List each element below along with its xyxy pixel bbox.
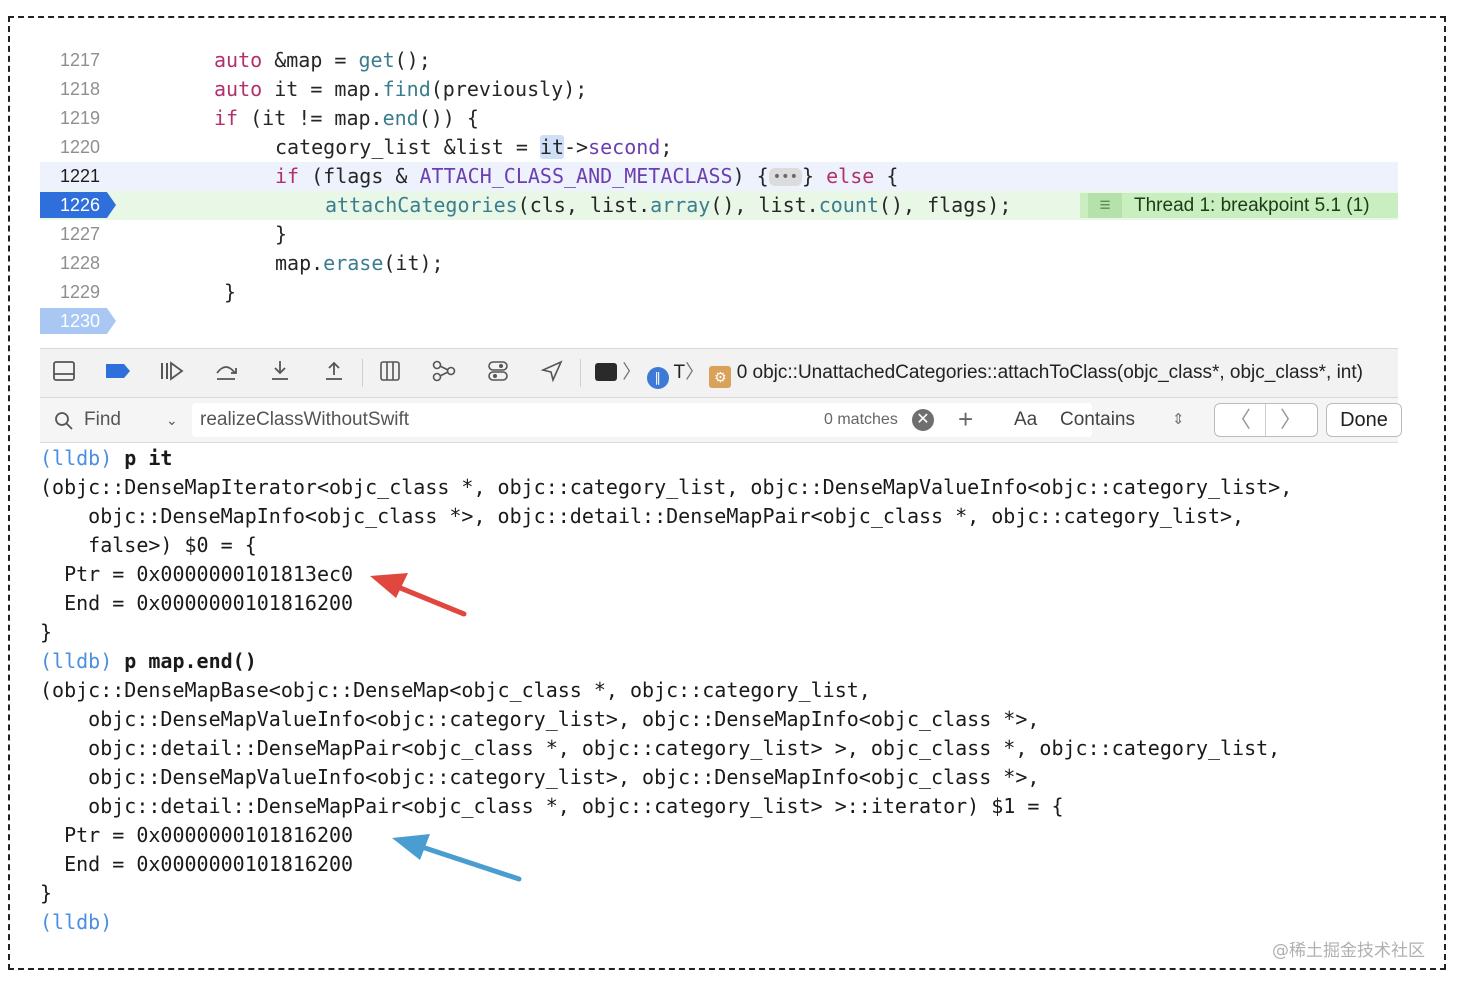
watermark: @稀土掘金技术社区 [1272, 941, 1425, 961]
red-arrow-icon [370, 573, 467, 617]
blue-arrow-icon [392, 834, 522, 882]
annotation-arrows [370, 573, 522, 882]
